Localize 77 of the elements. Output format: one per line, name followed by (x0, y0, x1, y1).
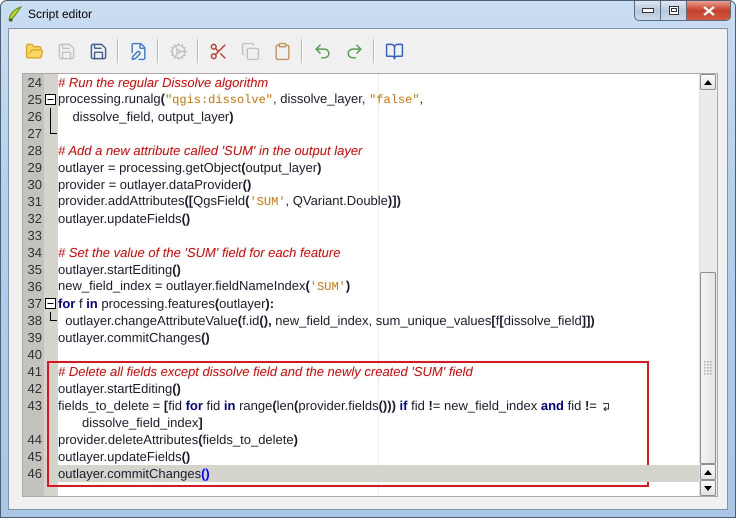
fold-marker-icon[interactable] (45, 298, 56, 309)
code-line: outlayer.commitChanges() (58, 465, 210, 482)
line-number: 28 (26, 142, 43, 159)
clipboard-icon (272, 42, 292, 60)
line-number: 42 (26, 380, 43, 397)
window-title: Script editor (28, 7, 92, 21)
code-line: outlayer.commitChanges() (58, 329, 210, 346)
redo-icon (344, 42, 364, 60)
fold-line (50, 108, 51, 125)
book-icon (384, 42, 404, 60)
maximize-icon (668, 6, 678, 15)
fold-end-line (50, 312, 57, 321)
app-icon (7, 5, 23, 23)
document-pen-icon (128, 42, 148, 60)
code-line: new_field_index = outlayer.fieldNameIndex('SUM') (58, 277, 350, 296)
code-line: # Run the regular Dissolve algorithm (58, 74, 268, 91)
line-number: 32 (26, 210, 43, 227)
vertical-scrollbar[interactable] (699, 74, 717, 496)
line-number: 34 (26, 244, 43, 261)
code-line: outlayer.updateFields() (58, 448, 190, 465)
minimize-icon (642, 8, 654, 13)
grip-icon (704, 360, 712, 376)
line-number: 37 (26, 295, 43, 312)
code-line: # Delete all fields except dissolve field and the newly created 'SUM' field (58, 363, 473, 380)
code-line: outlayer.startEditing() (58, 380, 181, 397)
line-number: 33 (26, 227, 43, 244)
line-number: 35 (26, 261, 43, 278)
line-number: 40 (26, 346, 43, 363)
gear-icon (168, 42, 188, 60)
close-icon (702, 6, 714, 16)
code-editor[interactable] (22, 73, 718, 497)
maximize-button[interactable] (660, 1, 687, 21)
minimize-button[interactable] (634, 1, 661, 21)
line-number: 46 (26, 465, 43, 482)
line-number: 27 (26, 125, 43, 142)
code-line: provider.deleteAttributes(fields_to_delete) (58, 431, 298, 448)
code-line: # Add a new attribute called 'SUM' in the output layer (58, 142, 362, 159)
scroll-down-button[interactable] (700, 480, 716, 496)
line-number: 41 (26, 363, 43, 380)
code-line: outlayer.changeAttributeValue(f.id(), new_field_index, sum_unique_values[f[dissolve_field]]) (64, 312, 595, 329)
code-line: provider.addAttributes([QgsField('SUM', QVariant.Double)]) (58, 192, 401, 211)
up-arrow-icon (704, 80, 712, 84)
line-number: 29 (26, 159, 43, 176)
folder-icon (24, 42, 44, 60)
code-line: provider = outlayer.dataProvider() (58, 176, 252, 193)
code-line: dissolve_field_index] (81, 414, 203, 431)
close-button[interactable] (686, 1, 731, 21)
code-line: dissolve_field, output_layer) (71, 108, 234, 125)
fold-end-line (50, 125, 57, 134)
line-number: 38 (26, 312, 43, 329)
scroll-up-button[interactable] (700, 74, 716, 90)
down-arrow-icon (704, 486, 712, 490)
line-number: 45 (26, 448, 43, 465)
line-number: 39 (26, 329, 43, 346)
line-number: 24 (26, 74, 43, 91)
line-number: 30 (26, 176, 43, 193)
code-line: # Set the value of the 'SUM' field for each feature (58, 244, 340, 261)
code-line: outlayer = processing.getObject(output_layer) (58, 159, 322, 176)
line-wrap-icon (602, 402, 610, 412)
up-arrow-icon (704, 470, 712, 474)
line-number: 31 (26, 193, 43, 210)
code-line: outlayer.startEditing() (58, 261, 181, 278)
code-line: processing.runalg("qgis:dissolve", dissolve_layer, "false", (58, 90, 424, 109)
code-line: fields_to_delete = [fid for fid in range(len(provider.fields())) if fid != new_field_index and fid != (58, 397, 598, 414)
code-line: for f in processing.features(outlayer): (58, 295, 274, 312)
line-number: 43 (26, 397, 43, 414)
scissors-icon (208, 42, 228, 60)
line-number: 26 (26, 108, 43, 125)
code-line: outlayer.updateFields() (58, 210, 190, 227)
fold-marker-icon[interactable] (45, 94, 56, 105)
line-number: 44 (26, 431, 43, 448)
undo-icon (312, 42, 332, 60)
scroll-up-button[interactable] (700, 464, 716, 480)
copy-icon (240, 42, 260, 60)
line-number: 36 (26, 278, 43, 295)
scrollbar-thumb[interactable] (700, 272, 716, 464)
line-number: 25 (26, 91, 43, 108)
